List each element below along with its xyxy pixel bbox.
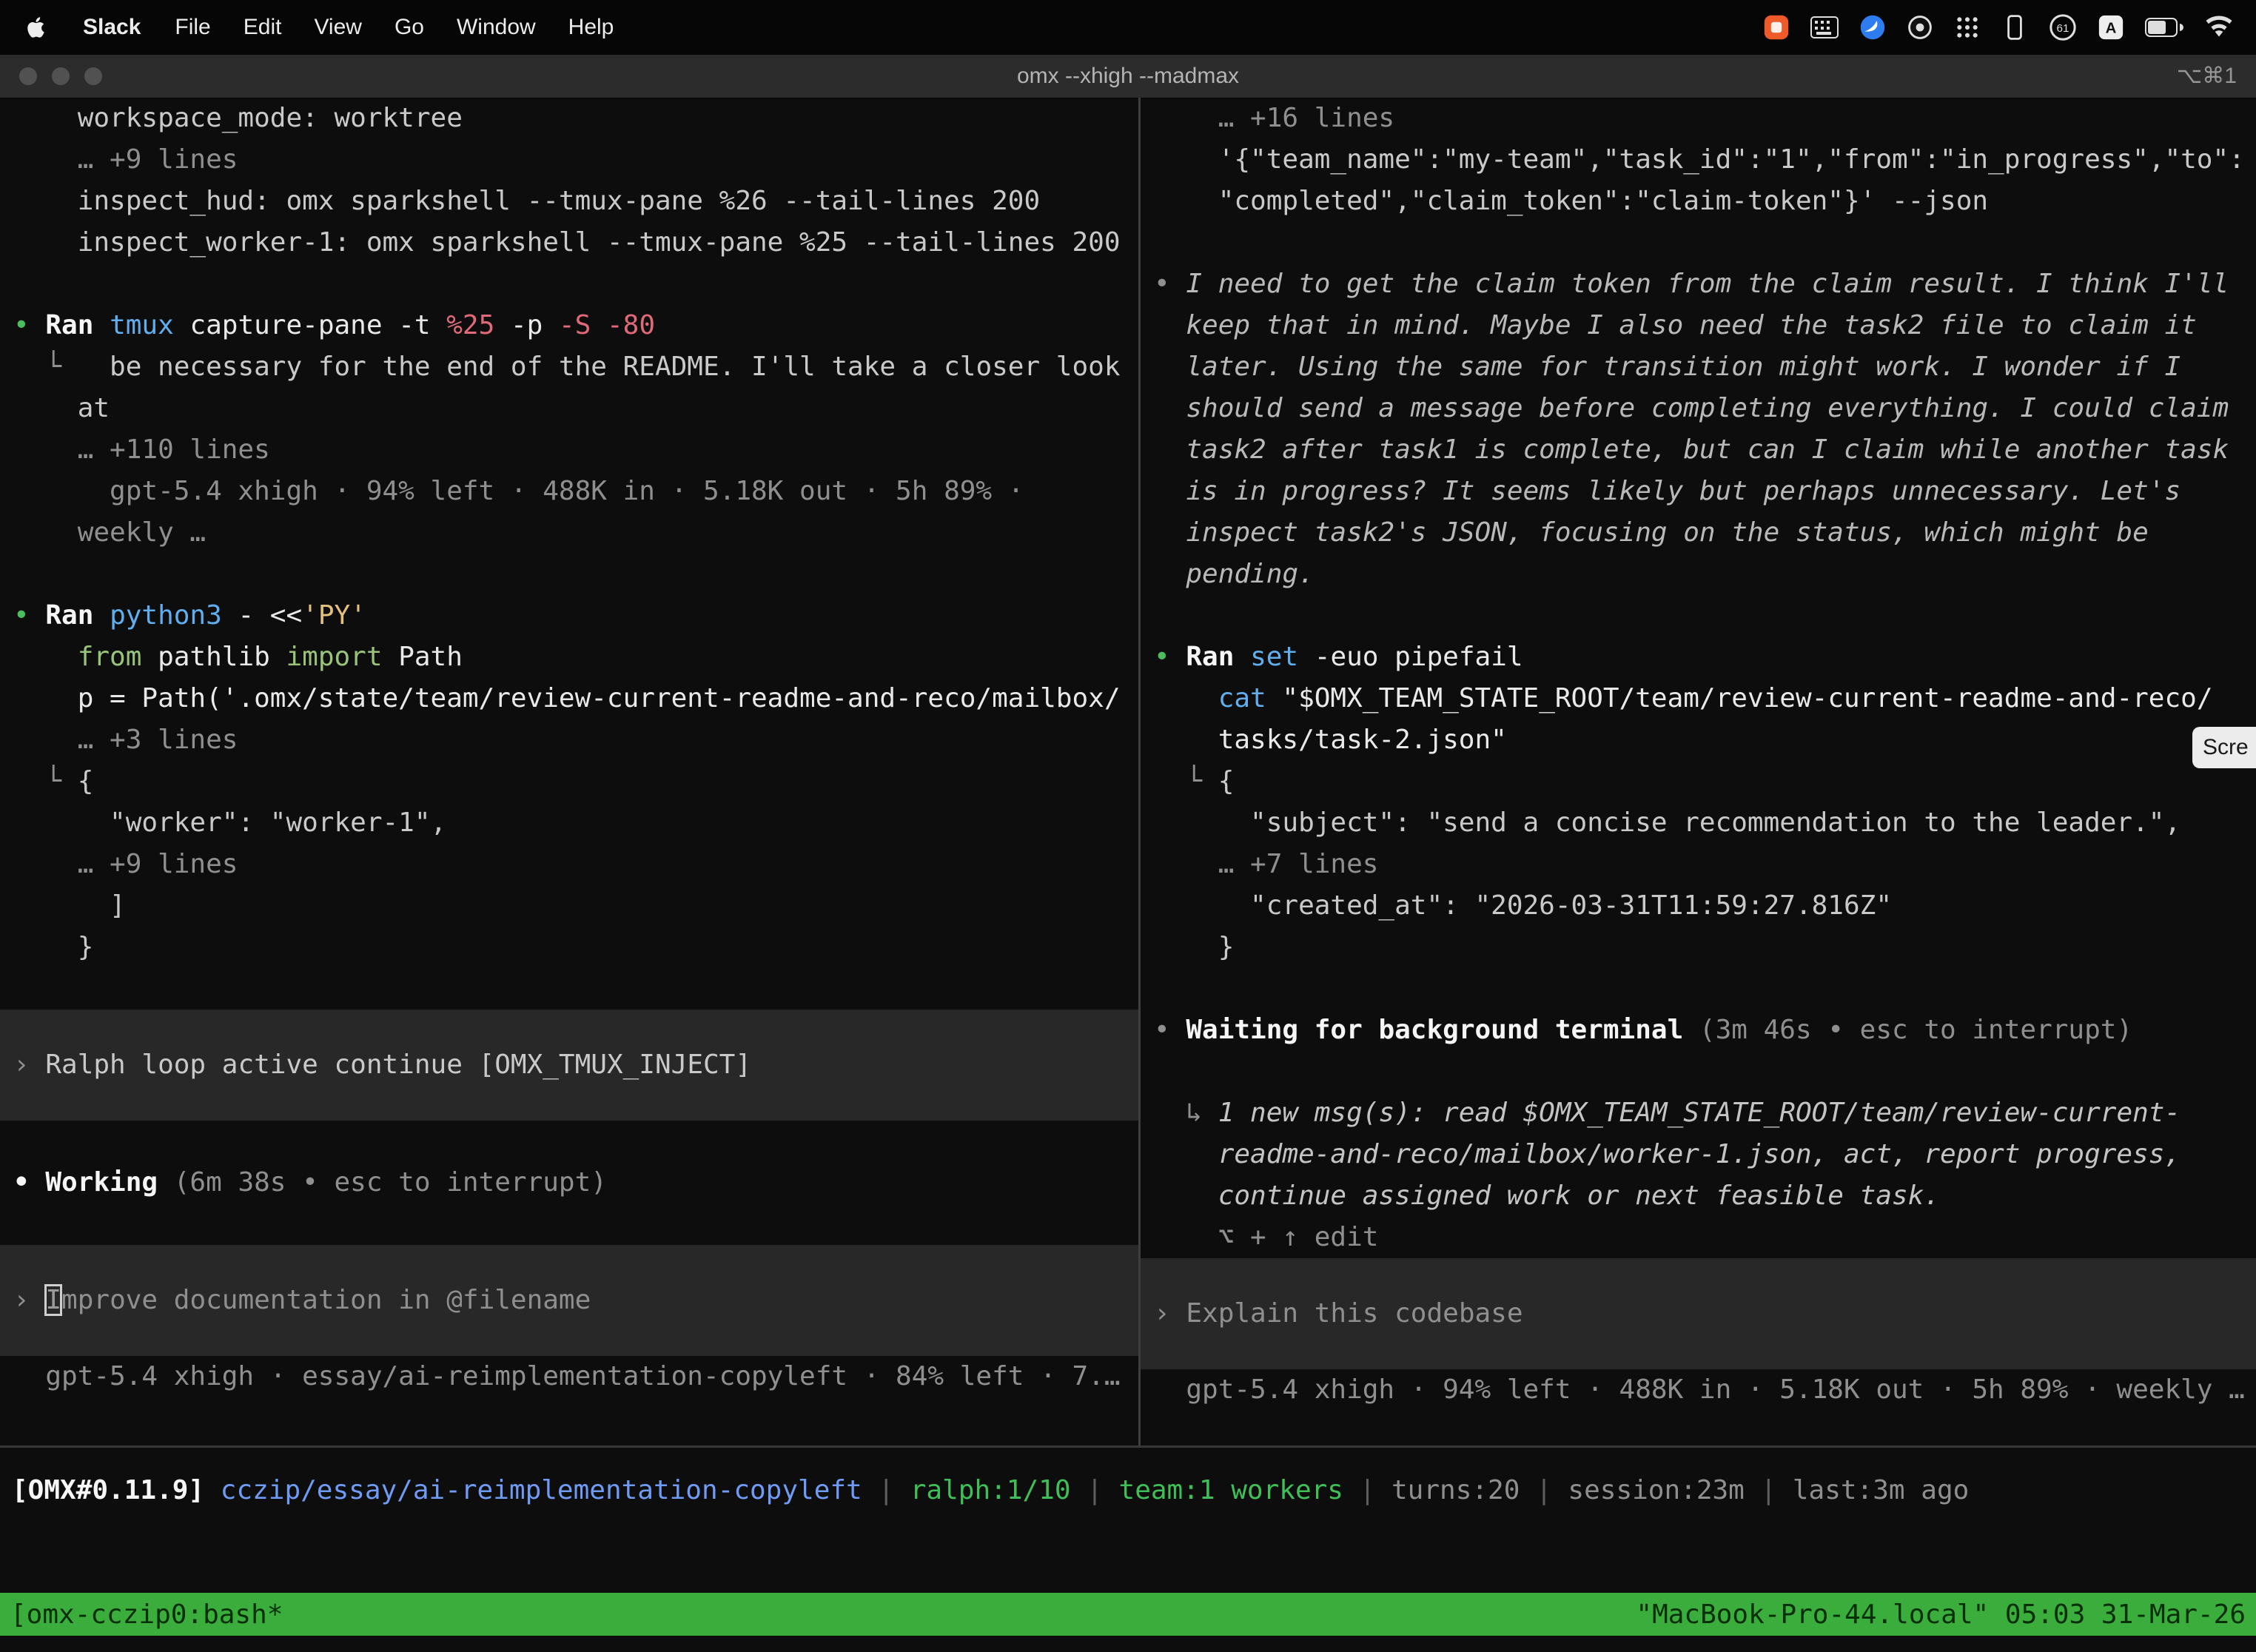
menu-help[interactable]: Help <box>568 15 614 40</box>
terminal-line: later. Using the same for transition mig… <box>1141 346 2256 388</box>
terminal-line: at <box>0 388 1138 429</box>
terminal-line: gpt-5.4 xhigh · 94% left · 488K in · 5.1… <box>1141 1369 2256 1411</box>
terminal-pane-left[interactable]: workspace_mode: worktree … +9 lines insp… <box>0 98 1138 1446</box>
window-shortcut: ⌥⌘1 <box>2177 55 2237 98</box>
tmux-host-clock: "MacBook-Pro-44.local" 05:03 31-Mar-26 <box>1636 1599 2246 1630</box>
menu-file[interactable]: File <box>175 15 210 40</box>
terminal-line: weekly … <box>0 512 1138 554</box>
terminal-line: ↳ 1 new msg(s): read $OMX_TEAM_STATE_ROO… <box>1141 1092 2256 1134</box>
terminal-line <box>1141 222 2256 263</box>
terminal-line: p = Path('.omx/state/team/review-current… <box>0 678 1138 719</box>
terminal-line: … +7 lines <box>1141 844 2256 885</box>
terminal-line: • Waiting for background terminal (3m 46… <box>1141 1010 2256 1051</box>
terminal-line <box>0 968 1138 1010</box>
terminal-line <box>1141 968 2256 1010</box>
tmux-session-name: [omx-cczip0:bash* <box>10 1599 283 1630</box>
minimize-button[interactable] <box>52 67 70 85</box>
terminal-line: pending. <box>1141 554 2256 595</box>
status-icons: 61 A <box>1763 11 2234 44</box>
desktop: Slack File Edit View Go Window Help 61 A omx -… <box>0 0 2256 1652</box>
menu-view[interactable]: View <box>314 15 361 40</box>
terminal-line: tasks/task-2.json" <box>1141 719 2256 761</box>
ralph-loop-banner[interactable]: › Ralph loop active continue [OMX_TMUX_I… <box>0 1010 1138 1121</box>
terminal-line: └ { <box>0 761 1138 802</box>
terminal-line: "worker": "worker-1", <box>0 802 1138 844</box>
terminal-line: } <box>1141 927 2256 968</box>
keyboard-grid-icon[interactable] <box>1810 11 1839 44</box>
window-controls <box>19 55 102 98</box>
terminal-line: gpt-5.4 xhigh · 94% left · 488K in · 5.1… <box>0 471 1138 512</box>
terminal-line: "created_at": "2026-03-31T11:59:27.816Z" <box>1141 885 2256 927</box>
terminal-line: └ be necessary for the end of the README… <box>0 346 1138 388</box>
terminal-line: "subject": "send a concise recommendatio… <box>1141 802 2256 844</box>
device-icon[interactable] <box>2001 11 2028 44</box>
screenshot-tooltip: Scre <box>2192 727 2256 768</box>
terminal-line: … +3 lines <box>0 719 1138 761</box>
terminal-line <box>1141 595 2256 637</box>
terminal-line: inspect_worker-1: omx sparkshell --tmux-… <box>0 222 1138 263</box>
terminal-line: inspect_hud: omx sparkshell --tmux-pane … <box>0 181 1138 222</box>
svg-text:61: 61 <box>2057 22 2069 35</box>
app-blue-icon[interactable] <box>1859 11 1886 44</box>
zoom-button[interactable] <box>84 67 102 85</box>
svg-text:A: A <box>2106 21 2117 37</box>
terminal-line: keep that in mind. Maybe I also need the… <box>1141 305 2256 346</box>
terminal-line: task2 after task1 is complete, but can I… <box>1141 429 2256 471</box>
tmux-status-bar: [omx-cczip0:bash* "MacBook-Pro-44.local"… <box>0 1593 2256 1636</box>
terminal-pane-right[interactable]: … +16 lines '{"team_name":"my-team","tas… <box>1141 98 2256 1446</box>
horizontal-separator <box>0 1446 2256 1448</box>
terminal-line <box>0 263 1138 305</box>
active-app-name[interactable]: Slack <box>83 15 141 40</box>
terminal-line: readme-and-reco/mailbox/worker-1.json, a… <box>1141 1134 2256 1175</box>
tooltip-text: Scre <box>2203 735 2249 760</box>
close-button[interactable] <box>19 67 37 85</box>
terminal-line: • Working (6m 38s • esc to interrupt) <box>0 1162 1138 1203</box>
omx-status-line: [OMX#0.11.9] cczip/essay/ai-reimplementa… <box>12 1470 1969 1511</box>
menu-go[interactable]: Go <box>395 15 424 40</box>
screen-recording-icon[interactable] <box>1763 11 1790 44</box>
menu-edit[interactable]: Edit <box>244 15 282 40</box>
terminal-line: └ { <box>1141 761 2256 802</box>
terminal-line: gpt-5.4 xhigh · essay/ai-reimplementatio… <box>0 1356 1138 1397</box>
window-title: omx --xhigh --madmax <box>1017 55 1239 98</box>
terminal-line: should send a message before completing … <box>1141 388 2256 429</box>
terminal-line: from pathlib import Path <box>0 637 1138 678</box>
disc-icon[interactable] <box>1907 11 1933 44</box>
window-title-bar: omx --xhigh --madmax ⌥⌘1 <box>0 55 2256 98</box>
terminal-line: … +110 lines <box>0 429 1138 471</box>
wifi-icon[interactable] <box>2204 11 2234 44</box>
apple-menu-icon[interactable] <box>22 11 49 44</box>
terminal-line <box>1141 1051 2256 1092</box>
terminal-line: continue assigned work or next feasible … <box>1141 1175 2256 1217</box>
terminal-line <box>0 554 1138 595</box>
menu-window[interactable]: Window <box>457 15 536 40</box>
terminal-line: cat "$OMX_TEAM_STATE_ROOT/team/review-cu… <box>1141 678 2256 719</box>
menu-items: File Edit View Go Window Help <box>175 15 614 40</box>
terminal-line: inspect task2's JSON, focusing on the st… <box>1141 512 2256 554</box>
terminal-line: • Ran set -euo pipefail <box>1141 637 2256 678</box>
terminal-line: … +16 lines <box>1141 98 2256 139</box>
terminal-line: • Ran python3 - <<'PY' <box>0 595 1138 637</box>
dots-grid-icon[interactable] <box>1954 11 1981 44</box>
terminal-line <box>0 1121 1138 1162</box>
terminal-line: workspace_mode: worktree <box>0 98 1138 139</box>
terminal-line <box>0 1203 1138 1245</box>
terminal-line: } <box>0 927 1138 968</box>
terminal-line: '{"team_name":"my-team","task_id":"1","f… <box>1141 139 2256 181</box>
terminal-line: … +9 lines <box>0 139 1138 181</box>
menu-bar: Slack File Edit View Go Window Help 61 A <box>0 0 2256 55</box>
input-source-icon[interactable]: A <box>2098 11 2124 44</box>
terminal-line: • Ran tmux capture-pane -t %25 -p -S -80 <box>0 305 1138 346</box>
prompt-suggestion[interactable]: › Improve documentation in @filename <box>0 1245 1138 1356</box>
terminal-line: … +9 lines <box>0 844 1138 885</box>
gauge-icon[interactable]: 61 <box>2049 11 2077 44</box>
terminal-line: ] <box>0 885 1138 927</box>
terminal-line: is in progress? It seems likely but perh… <box>1141 471 2256 512</box>
terminal-line: "completed","claim_token":"claim-token"}… <box>1141 181 2256 222</box>
terminal-line: ⌥ + ↑ edit <box>1141 1217 2256 1258</box>
prompt-suggestion[interactable]: › Explain this codebase <box>1141 1258 2256 1369</box>
terminal-line: • I need to get the claim token from the… <box>1141 263 2256 305</box>
battery-icon[interactable] <box>2145 11 2183 44</box>
